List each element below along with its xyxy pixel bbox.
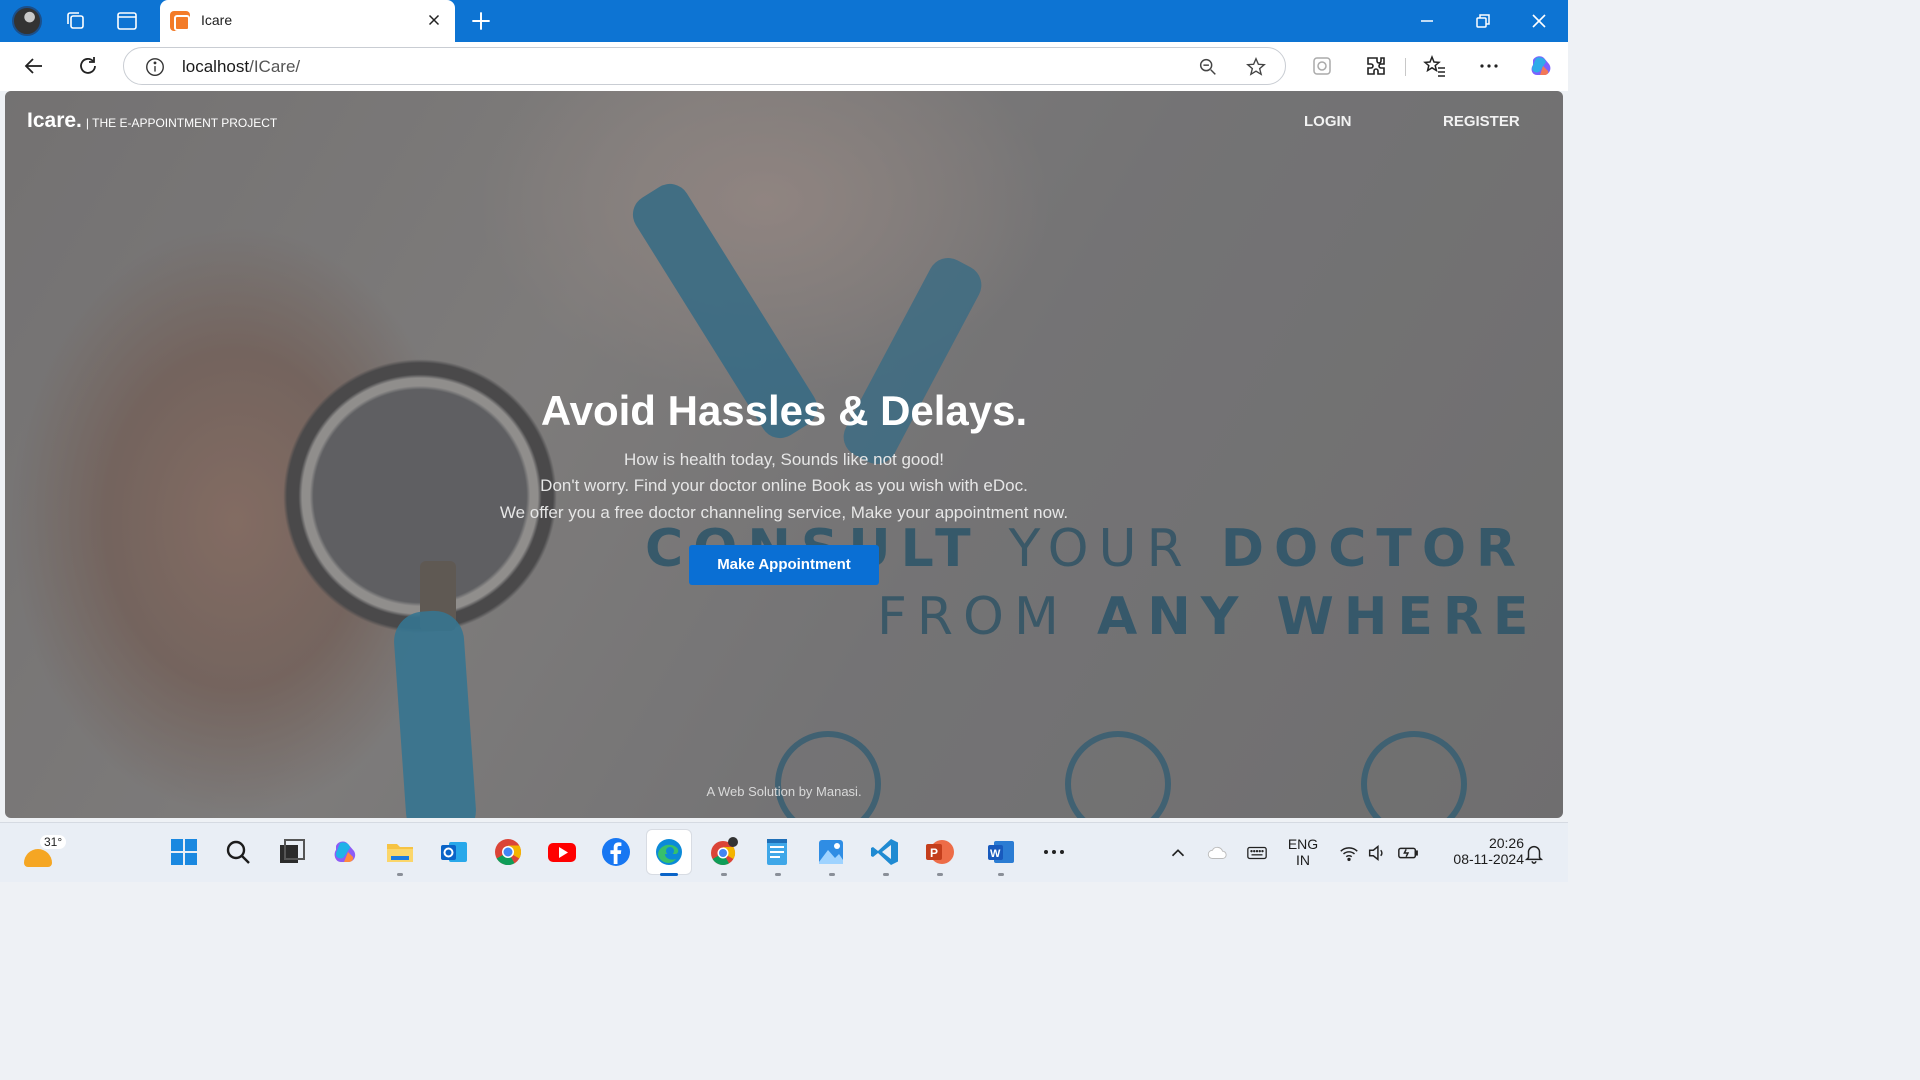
wifi-icon[interactable] [1338,842,1360,864]
running-indicator [998,873,1004,876]
weather-sun-icon [24,849,52,867]
file-explorer-icon[interactable] [384,836,416,868]
edge-browser-icon[interactable] [653,836,685,868]
url-path: /ICare/ [249,57,301,76]
profile-avatar[interactable] [12,6,42,36]
clock-date: 08-11-2024 [1453,851,1524,867]
minimize-icon[interactable] [1415,9,1439,33]
brand-tagline: | THE E-APPOINTMENT PROJECT [85,116,278,130]
running-indicator [829,873,835,876]
more-menu-icon[interactable] [1477,54,1501,78]
hero-title: Avoid Hassles & Delays. [540,387,1028,434]
browser-titlebar: Icare [0,0,1568,42]
hero-text-line: Don't worry. Find your doctor online Boo… [540,476,1028,495]
register-link[interactable]: REGISTER [1443,113,1520,130]
browser-tab-icare[interactable]: Icare [160,0,455,42]
input-language[interactable]: ENG IN [1285,836,1321,868]
photos-icon[interactable] [815,836,847,868]
active-indicator [660,873,678,876]
workspaces-icon[interactable] [64,9,88,33]
youtube-icon[interactable] [546,836,578,868]
facebook-icon[interactable] [600,836,632,868]
site-info-icon[interactable] [144,56,166,78]
copilot-app-icon[interactable] [330,836,362,868]
onedrive-cloud-icon[interactable] [1206,842,1228,864]
clock-time: 20:26 [1488,835,1524,851]
site-brand[interactable]: Icare. | THE E-APPOINTMENT PROJECT [27,109,277,133]
page-hero: CONSULT YOUR DOCTOR FROM ANY WHERE Icare… [5,91,1563,818]
region-code: IN [1296,852,1310,868]
new-tab-plus-icon[interactable] [468,8,494,34]
make-appointment-button[interactable]: Make Appointment [689,545,879,585]
brand-name: Icare. [27,109,82,132]
keyboard-icon[interactable] [1246,842,1268,864]
notepad-icon[interactable] [761,836,793,868]
back-arrow-icon[interactable] [22,54,46,78]
zoom-out-icon[interactable] [1197,56,1219,78]
notifications-bell-icon[interactable] [1523,842,1545,864]
restore-icon[interactable] [1471,9,1495,33]
tab-actions-icon[interactable] [115,9,139,33]
toolbar-separator [1405,58,1406,76]
close-tab-icon[interactable] [425,11,443,29]
hero-text-line: How is health today, Sounds like not goo… [623,450,945,469]
battery-charging-icon[interactable] [1397,842,1419,864]
show-hidden-icons-chevron-icon[interactable] [1167,842,1189,864]
site-favicon-icon [170,11,190,31]
running-indicator [721,873,727,876]
chrome-profile-icon[interactable] [707,836,739,868]
chrome-icon[interactable] [492,836,524,868]
url-text[interactable]: localhost/ICare/ [182,57,300,77]
volume-icon[interactable] [1366,842,1388,864]
browser-toolbar: localhost/ICare/ [0,42,1568,91]
vscode-icon[interactable] [869,836,901,868]
url-host: localhost [182,57,250,76]
close-window-icon[interactable] [1527,9,1551,33]
address-bar[interactable]: localhost/ICare/ [123,47,1286,85]
weather-temperature: 31° [40,835,67,849]
outlook-icon[interactable] [438,836,470,868]
language-code: ENG [1287,836,1319,852]
favorite-star-icon[interactable] [1245,56,1267,78]
powerpoint-icon[interactable]: P [923,836,955,868]
login-link[interactable]: LOGIN [1304,113,1352,130]
hero-text-line: We offer you a free doctor channeling se… [499,503,1069,522]
footer-credit: A Web Solution by Manasi. [706,784,862,799]
running-indicator [883,873,889,876]
favorites-list-icon[interactable] [1423,54,1447,78]
start-windows-icon[interactable] [168,836,200,868]
running-indicator [937,873,943,876]
more-apps-icon[interactable] [1038,836,1070,868]
clock[interactable]: 20:26 08-11-2024 [1430,835,1524,867]
running-indicator [397,873,403,876]
word-icon[interactable]: W [985,836,1017,868]
tab-title: Icare [201,12,233,28]
weather-widget[interactable]: 31° [22,835,67,871]
refresh-icon[interactable] [76,54,100,78]
svg-text:W: W [990,848,1001,860]
svg-text:P: P [930,846,938,860]
windows-taskbar: 31° P W ENG IN 20:26 08-11-2024 [0,822,1568,882]
extensions-puzzle-icon[interactable] [1364,54,1388,78]
search-icon[interactable] [222,836,254,868]
extension-disabled-icon[interactable] [1310,54,1334,78]
copilot-icon[interactable] [1527,52,1555,80]
task-view-icon[interactable] [276,836,308,868]
running-indicator [775,873,781,876]
